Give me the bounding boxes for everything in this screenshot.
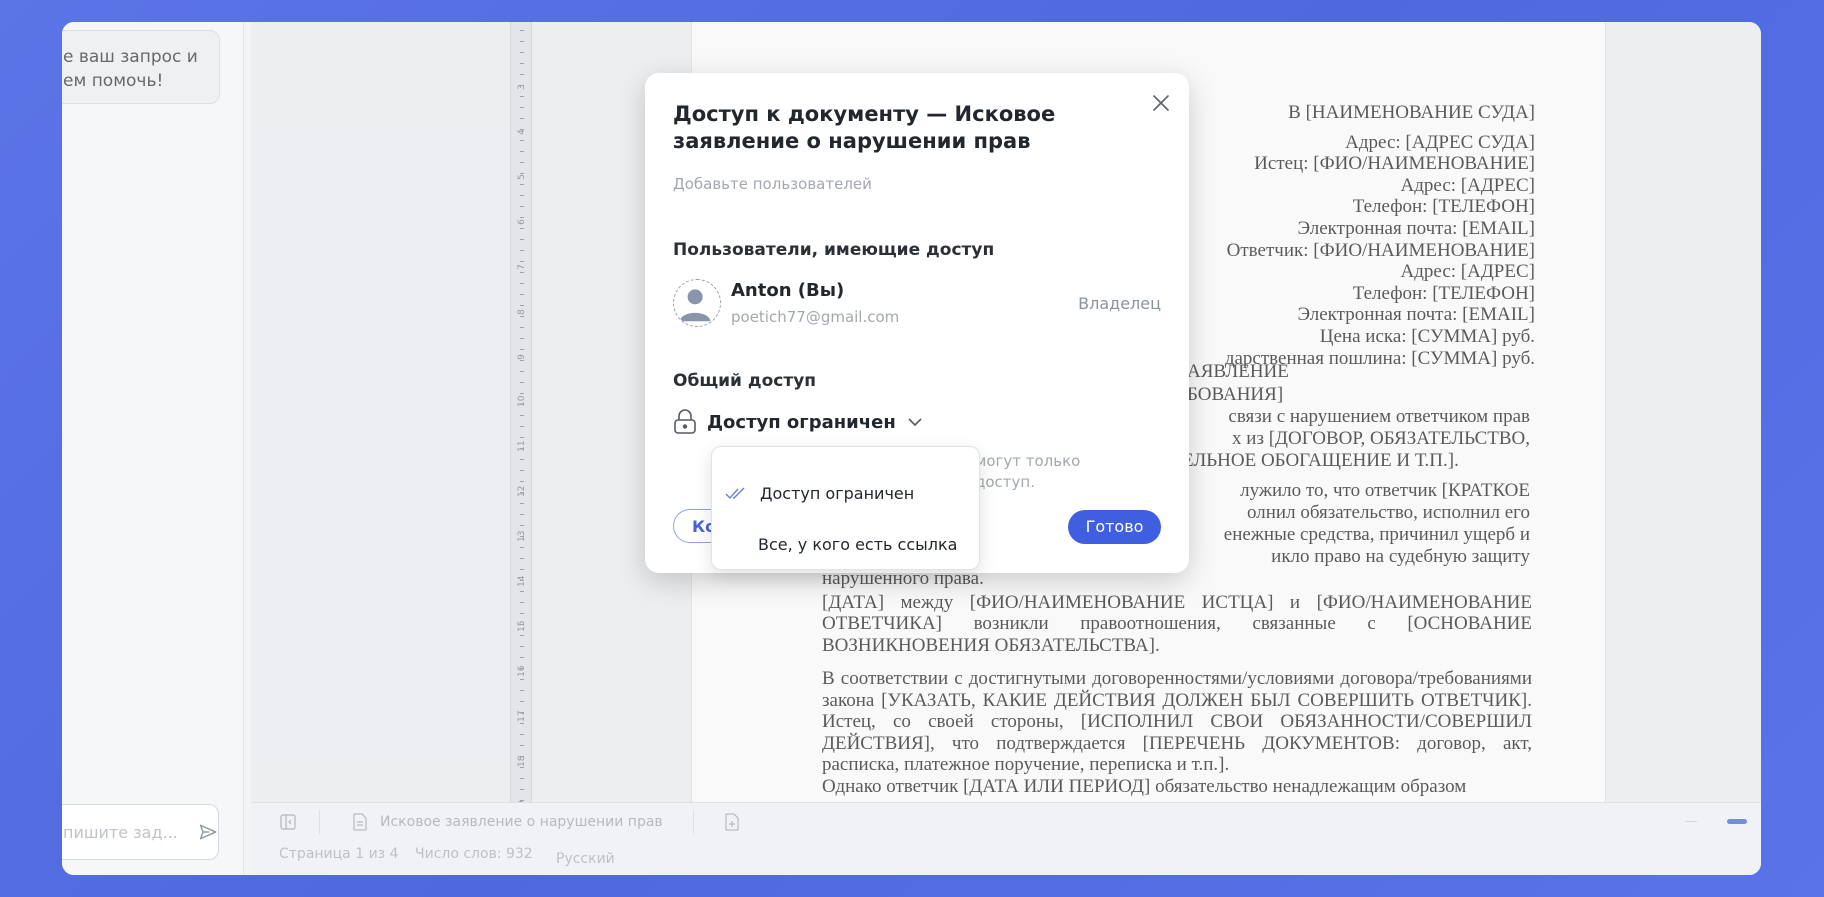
add-users-input[interactable]: Добавьте пользователей xyxy=(673,175,872,193)
access-level-dropdown: Доступ ограничен Все, у кого есть ссылка xyxy=(711,446,980,570)
dropdown-option-label: Все, у кого есть ссылка xyxy=(758,534,958,554)
double-check-icon xyxy=(725,487,745,500)
access-description-line: доступ. xyxy=(975,473,1035,491)
close-icon[interactable] xyxy=(1149,91,1173,115)
access-description-line: могут только xyxy=(975,452,1081,470)
done-button[interactable]: Готово xyxy=(1068,510,1161,544)
user-email: poetich77@gmail.com xyxy=(731,308,900,326)
user-role-badge: Владелец xyxy=(1078,294,1161,313)
chevron-down-icon xyxy=(908,418,922,427)
user-name: Anton (Вы) xyxy=(731,280,845,301)
dropdown-option-anyone-with-link[interactable]: Все, у кого есть ссылка xyxy=(712,521,981,567)
dropdown-option-restricted[interactable]: Доступ ограничен xyxy=(712,470,981,516)
general-access-heading: Общий доступ xyxy=(673,371,817,391)
access-level-selector[interactable]: Доступ ограничен xyxy=(673,409,924,435)
access-level-value: Доступ ограничен xyxy=(707,411,896,433)
dropdown-option-label: Доступ ограничен xyxy=(760,483,915,503)
access-description: могут только доступ. xyxy=(975,451,1080,493)
avatar xyxy=(673,279,721,327)
dialog-title: Доступ к документу — Исковое заявление о… xyxy=(673,102,1056,153)
users-with-access-heading: Пользователи, имеющие доступ xyxy=(673,240,995,260)
user-avatar-icon xyxy=(679,289,711,322)
lock-icon xyxy=(674,409,696,434)
